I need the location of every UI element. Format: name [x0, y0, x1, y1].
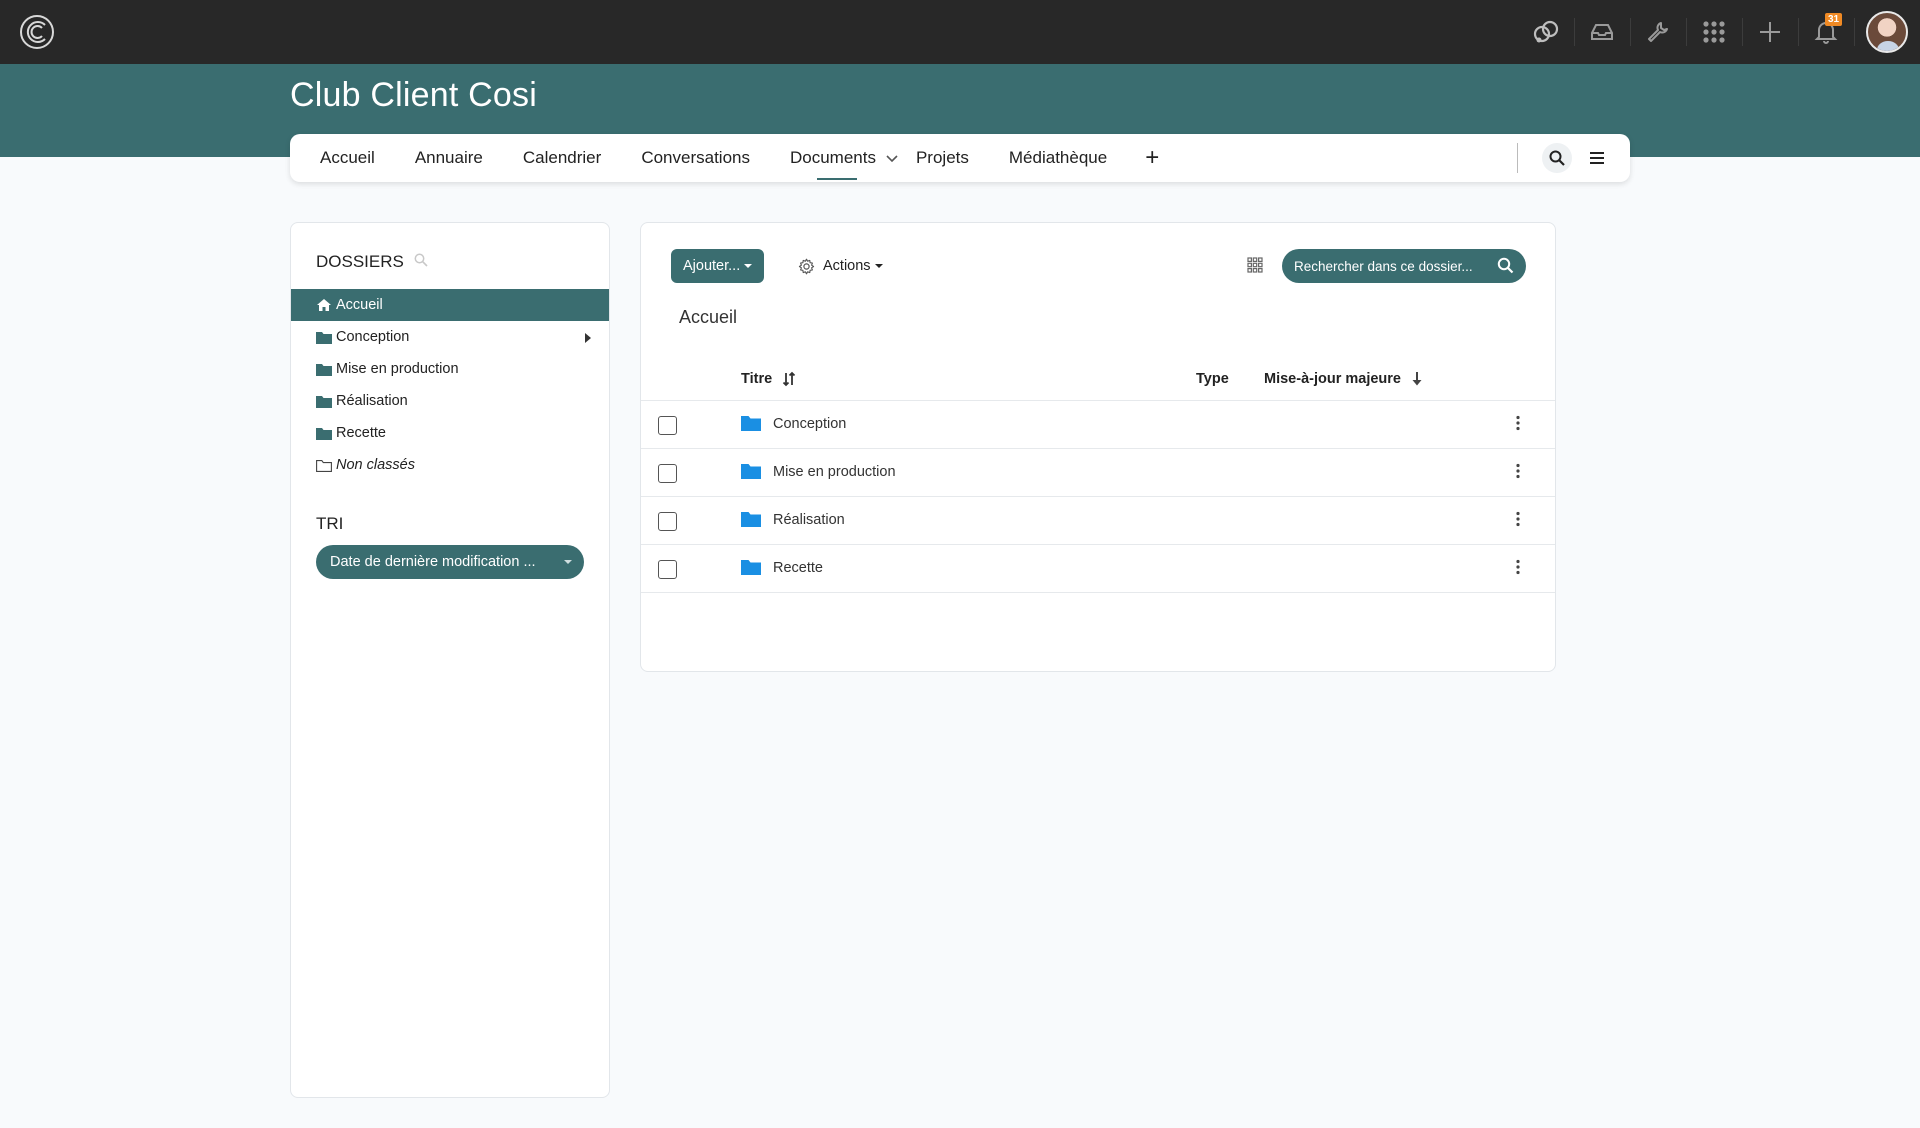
folder-item-mise-en-production[interactable]: Mise en production [291, 353, 609, 385]
sort-select-value: Date de dernière modification ... [330, 554, 536, 570]
nav-item-calendrier[interactable]: Calendrier [523, 134, 601, 182]
bell-icon[interactable]: 31 [1798, 0, 1854, 64]
search-icon[interactable] [1497, 257, 1514, 277]
folder-icon [741, 511, 761, 531]
folder-search-placeholder: Rechercher dans ce dossier... [1294, 258, 1473, 274]
folder-icon [316, 331, 332, 344]
notification-badge: 31 [1825, 13, 1843, 26]
more-options-icon[interactable] [1516, 511, 1520, 531]
row-checkbox[interactable] [658, 560, 677, 579]
folders-heading-label: DOSSIERS [316, 252, 404, 271]
more-options-icon[interactable] [1516, 559, 1520, 579]
row-checkbox[interactable] [658, 464, 677, 483]
more-options-icon[interactable] [1516, 415, 1520, 435]
caret-down-icon [744, 264, 753, 268]
table-row[interactable]: Mise en production [641, 449, 1555, 497]
folder-item-conception[interactable]: Conception [291, 321, 609, 353]
inbox-icon[interactable] [1574, 0, 1630, 64]
nav-item-conversations[interactable]: Conversations [641, 134, 750, 182]
table-header: Titre Type Mise-à-jour majeure [641, 359, 1555, 401]
chat-icon[interactable] [1518, 0, 1574, 64]
add-button[interactable]: Ajouter... [671, 249, 765, 283]
folder-icon [741, 559, 761, 579]
row-name[interactable]: Réalisation [773, 512, 845, 528]
home-icon [316, 298, 332, 312]
folder-item-accueil[interactable]: Accueil [291, 289, 609, 321]
caret-down-icon [874, 264, 883, 268]
folder-tree: Accueil Conception Mise en production Ré… [291, 289, 609, 481]
column-updated-label: Mise-à-jour majeure [1264, 371, 1401, 387]
row-name[interactable]: Conception [773, 416, 846, 432]
nav-item-mediatheque[interactable]: Médiathèque [1009, 134, 1107, 182]
table-row[interactable]: Recette [641, 545, 1555, 593]
column-title-label: Titre [741, 371, 773, 387]
hamburger-icon [1590, 152, 1604, 164]
folder-label: Non classés [336, 457, 415, 473]
nav-menu-button[interactable] [1582, 143, 1612, 173]
folder-search-input[interactable]: Rechercher dans ce dossier... [1282, 249, 1526, 283]
row-name[interactable]: Mise en production [773, 464, 896, 480]
nav-item-projets[interactable]: Projets [916, 134, 969, 182]
sort-select[interactable]: Date de dernière modification ... [316, 545, 584, 579]
folder-label: Accueil [336, 297, 383, 313]
column-updated[interactable]: Mise-à-jour majeure [1264, 371, 1423, 387]
folders-sidebar: DOSSIERS Accueil Conception Mise en prod… [290, 222, 610, 1098]
nav-item-accueil[interactable]: Accueil [320, 134, 375, 182]
folder-search-icon[interactable] [414, 252, 428, 272]
apps-grid-icon[interactable] [1686, 0, 1742, 64]
folders-heading: DOSSIERS [316, 252, 428, 272]
folder-icon [741, 415, 761, 435]
folder-icon [741, 463, 761, 483]
tools-icon[interactable] [1630, 0, 1686, 64]
add-button-label: Ajouter... [683, 258, 741, 274]
gear-icon [798, 258, 815, 275]
documents-panel: Ajouter... Actions Rechercher dans ce do… [640, 222, 1556, 672]
sort-down-icon [1412, 372, 1422, 386]
add-tab-button[interactable]: + [1145, 134, 1159, 182]
folder-icon [316, 427, 332, 440]
column-title[interactable]: Titre [741, 371, 796, 387]
more-options-icon[interactable] [1516, 463, 1520, 483]
caret-right-icon[interactable] [585, 331, 591, 347]
nav-divider [1517, 143, 1518, 173]
folder-label: Recette [336, 425, 386, 441]
row-checkbox[interactable] [658, 416, 677, 435]
folder-item-realisation[interactable]: Réalisation [291, 385, 609, 417]
actions-label: Actions [823, 258, 871, 274]
current-folder-title: Accueil [679, 307, 738, 327]
folder-label: Conception [336, 329, 410, 345]
nav-item-documents-label: Documents [789, 148, 876, 167]
space-nav-bar: Accueil Annuaire Calendrier Conversation… [290, 134, 1630, 182]
dropdown-arrow-icon [564, 560, 572, 564]
row-checkbox[interactable] [658, 512, 677, 531]
column-type[interactable]: Type [1196, 371, 1229, 387]
chevron-down-icon[interactable] [886, 148, 898, 168]
plus-icon[interactable] [1742, 0, 1798, 64]
sort-icon [783, 371, 796, 387]
row-name[interactable]: Recette [773, 560, 823, 576]
folder-item-recette[interactable]: Recette [291, 417, 609, 449]
grid-view-icon[interactable] [1247, 257, 1263, 278]
search-icon [1549, 150, 1565, 166]
folder-icon [316, 395, 332, 408]
avatar [1866, 11, 1908, 53]
nav-item-documents[interactable]: Documents [790, 134, 898, 182]
column-type-label: Type [1196, 371, 1229, 387]
space-title: Club Client Cosi [290, 76, 537, 114]
app-logo-icon[interactable] [18, 13, 56, 51]
sort-heading: TRI [316, 514, 344, 533]
folder-icon [316, 363, 332, 376]
folder-label: Mise en production [336, 361, 459, 377]
folder-outline-icon [316, 459, 332, 472]
actions-menu-button[interactable]: Actions [798, 249, 883, 283]
folder-label: Réalisation [336, 393, 408, 409]
table-row[interactable]: Réalisation [641, 497, 1555, 545]
user-avatar-button[interactable] [1854, 0, 1920, 64]
top-bar: 31 [0, 0, 1920, 64]
nav-item-annuaire[interactable]: Annuaire [415, 134, 483, 182]
folder-item-non-classes[interactable]: Non classés [291, 449, 609, 481]
table-row[interactable]: Conception [641, 401, 1555, 449]
nav-search-button[interactable] [1542, 143, 1572, 173]
